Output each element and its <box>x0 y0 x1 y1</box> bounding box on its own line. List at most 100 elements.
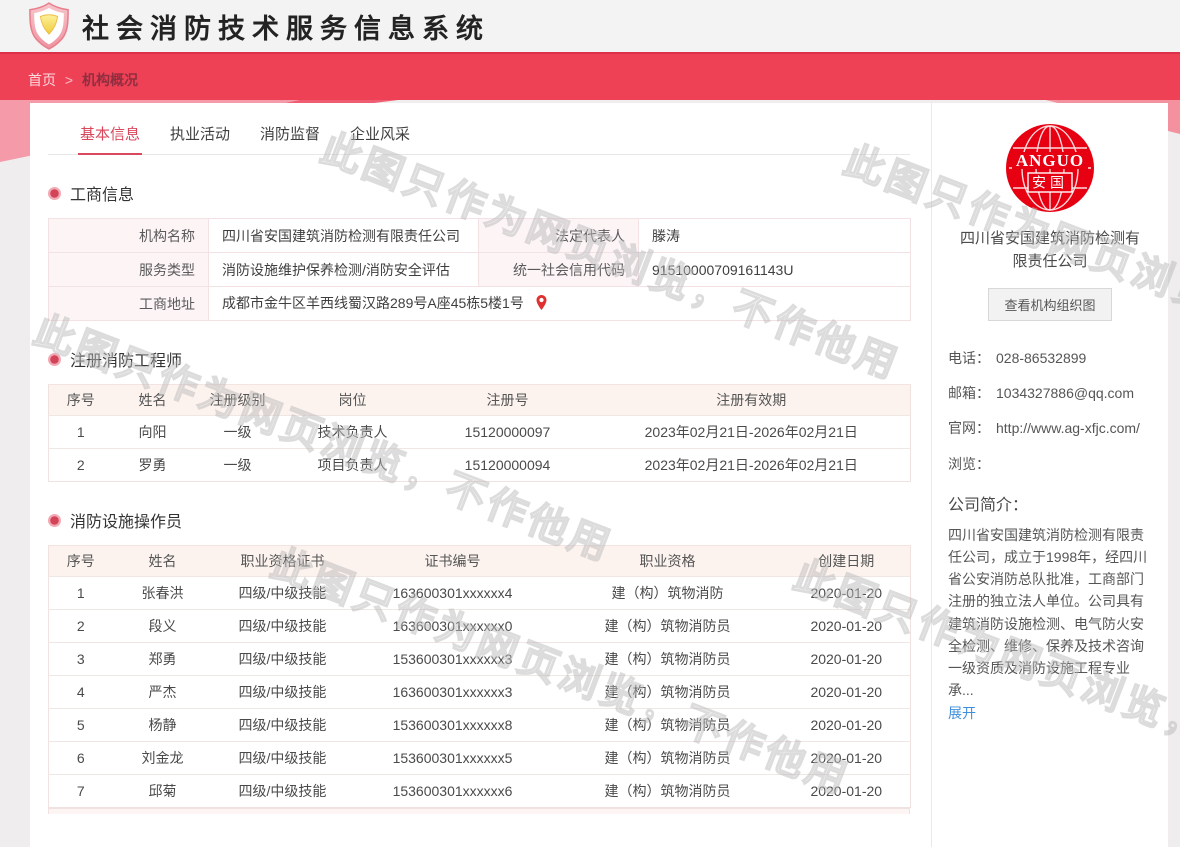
section-title-text: 注册消防工程师 <box>70 347 182 371</box>
cell: 严杰 <box>113 676 213 709</box>
cell: 2020-01-20 <box>783 643 911 676</box>
website-label: 官网： <box>948 417 996 439</box>
col-seq: 序号 <box>49 546 113 577</box>
phone-label: 电话： <box>948 347 996 369</box>
section-bullet-icon <box>48 514 61 527</box>
engineers-table: 序号 姓名 注册级别 岗位 注册号 注册有效期 1 向阳 一级 技术负责人 15… <box>48 384 911 482</box>
cell: 张春洪 <box>113 577 213 610</box>
clipped-next-row <box>48 808 910 814</box>
cell: 153600301xxxxxx5 <box>353 742 553 775</box>
col-position: 岗位 <box>283 385 423 416</box>
cell: 建（构）筑物消防 <box>553 577 783 610</box>
views-row: 浏览： <box>948 453 1152 475</box>
table-row: 5 杨静 四级/中级技能 153600301xxxxxx8 建（构）筑物消防员 … <box>49 709 911 742</box>
cell: 建（构）筑物消防员 <box>553 643 783 676</box>
table-row: 机构名称 四川省安国建筑消防检测有限责任公司 法定代表人 滕涛 <box>49 219 911 253</box>
org-name-value: 四川省安国建筑消防检测有限责任公司 <box>209 219 479 253</box>
table-row: 3 郑勇 四级/中级技能 153600301xxxxxx3 建（构）筑物消防员 … <box>49 643 911 676</box>
cell: 四级/中级技能 <box>213 610 353 643</box>
cell: 建（构）筑物消防员 <box>553 775 783 808</box>
cell: 四级/中级技能 <box>213 742 353 775</box>
section-title-text: 消防设施操作员 <box>70 508 182 532</box>
address-label: 工商地址 <box>49 287 209 321</box>
tab-bar: 基本信息 执业活动 消防监督 企业风采 <box>48 115 910 155</box>
cell: 建（构）筑物消防员 <box>553 709 783 742</box>
cell: 段义 <box>113 610 213 643</box>
col-name: 姓名 <box>113 385 193 416</box>
cell: 罗勇 <box>113 449 193 482</box>
section-title-text: 工商信息 <box>70 181 134 205</box>
cell: 建（构）筑物消防员 <box>553 610 783 643</box>
cell: 2020-01-20 <box>783 709 911 742</box>
views-label: 浏览： <box>948 453 990 475</box>
table-row: 工商地址 成都市金牛区羊西线蜀汉路289号A座45栋5楼1号 <box>49 287 911 321</box>
breadcrumb: 首页 > 机构概况 <box>28 70 138 90</box>
cell: 3 <box>49 643 113 676</box>
cell: 一级 <box>193 416 283 449</box>
col-reg-no: 注册号 <box>423 385 593 416</box>
table-row: 服务类型 消防设施维护保养检测/消防安全评估 统一社会信用代码 91510000… <box>49 253 911 287</box>
table-header-row: 序号 姓名 注册级别 岗位 注册号 注册有效期 <box>49 385 911 416</box>
address-cell: 成都市金牛区羊西线蜀汉路289号A座45栋5楼1号 <box>209 287 911 321</box>
website-row: 官网： http://www.ag-xfjc.com/ <box>948 417 1152 439</box>
tab-company-showcase[interactable]: 企业风采 <box>348 115 412 154</box>
section-fire-engineers: 注册消防工程师 <box>48 347 931 371</box>
main-column: 基本信息 执业活动 消防监督 企业风采 工商信息 机构名称 四川省安国建筑消防检… <box>30 103 932 847</box>
svg-text:安国: 安国 <box>1032 175 1068 191</box>
content-card: 基本信息 执业活动 消防监督 企业风采 工商信息 机构名称 四川省安国建筑消防检… <box>30 103 1168 847</box>
cell: 向阳 <box>113 416 193 449</box>
map-pin-icon[interactable] <box>534 298 549 314</box>
cell: 建（构）筑物消防员 <box>553 676 783 709</box>
app-header: 社会消防技术服务信息系统 <box>0 0 1180 52</box>
cell: 技术负责人 <box>283 416 423 449</box>
tab-fire-supervision[interactable]: 消防监督 <box>258 115 322 154</box>
cell: 项目负责人 <box>283 449 423 482</box>
cell: 15120000097 <box>423 416 593 449</box>
tab-practice-activity[interactable]: 执业活动 <box>168 115 232 154</box>
operators-table: 序号 姓名 职业资格证书 证书编号 职业资格 创建日期 1 张春洪 四级/中级技… <box>48 545 911 808</box>
col-name: 姓名 <box>113 546 213 577</box>
table-row: 2 段义 四级/中级技能 163600301xxxxxx0 建（构）筑物消防员 … <box>49 610 911 643</box>
cell: 2023年02月21日-2026年02月21日 <box>593 416 911 449</box>
cell: 邱菊 <box>113 775 213 808</box>
cell: 1 <box>49 416 113 449</box>
cell: 2020-01-20 <box>783 742 911 775</box>
cell: 2 <box>49 449 113 482</box>
table-row: 4 严杰 四级/中级技能 163600301xxxxxx3 建（构）筑物消防员 … <box>49 676 911 709</box>
table-row: 1 向阳 一级 技术负责人 15120000097 2023年02月21日-20… <box>49 416 911 449</box>
view-org-chart-button[interactable]: 查看机构组织图 <box>988 288 1111 321</box>
cell: 四级/中级技能 <box>213 676 353 709</box>
cell: 刘金龙 <box>113 742 213 775</box>
section-bullet-icon <box>48 187 61 200</box>
col-seq: 序号 <box>49 385 113 416</box>
cell: 2020-01-20 <box>783 676 911 709</box>
cell: 163600301xxxxxx4 <box>353 577 553 610</box>
breadcrumb-current: 机构概况 <box>82 72 138 88</box>
col-level: 注册级别 <box>193 385 283 416</box>
table-header-row: 序号 姓名 职业资格证书 证书编号 职业资格 创建日期 <box>49 546 911 577</box>
website-link[interactable]: http://www.ag-xfjc.com/ <box>996 417 1140 439</box>
col-create-date: 创建日期 <box>783 546 911 577</box>
company-intro-text: 四川省安国建筑消防检测有限责任公司，成立于1998年，经四川省公安消防总队批准，… <box>948 524 1152 701</box>
breadcrumb-separator: > <box>65 72 73 88</box>
service-type-label: 服务类型 <box>49 253 209 287</box>
cell: 153600301xxxxxx6 <box>353 775 553 808</box>
cell: 四级/中级技能 <box>213 643 353 676</box>
col-validity: 注册有效期 <box>593 385 911 416</box>
credit-code-value: 91510000709161143U <box>639 253 911 287</box>
cell: 2 <box>49 610 113 643</box>
breadcrumb-home-link[interactable]: 首页 <box>28 72 56 88</box>
col-cert-level: 职业资格证书 <box>213 546 353 577</box>
cell: 一级 <box>193 449 283 482</box>
cell: 郑勇 <box>113 643 213 676</box>
col-qualification: 职业资格 <box>553 546 783 577</box>
cell: 四级/中级技能 <box>213 709 353 742</box>
cell: 2020-01-20 <box>783 577 911 610</box>
tab-basic-info[interactable]: 基本信息 <box>78 115 142 155</box>
cell: 2020-01-20 <box>783 775 911 808</box>
expand-link[interactable]: 展开 <box>948 703 976 723</box>
business-info-table: 机构名称 四川省安国建筑消防检测有限责任公司 法定代表人 滕涛 服务类型 消防设… <box>48 218 911 321</box>
org-name-label: 机构名称 <box>49 219 209 253</box>
contact-block: 电话： 028-86532899 邮箱： 1034327886@qq.com 官… <box>948 347 1152 476</box>
cell: 2023年02月21日-2026年02月21日 <box>593 449 911 482</box>
